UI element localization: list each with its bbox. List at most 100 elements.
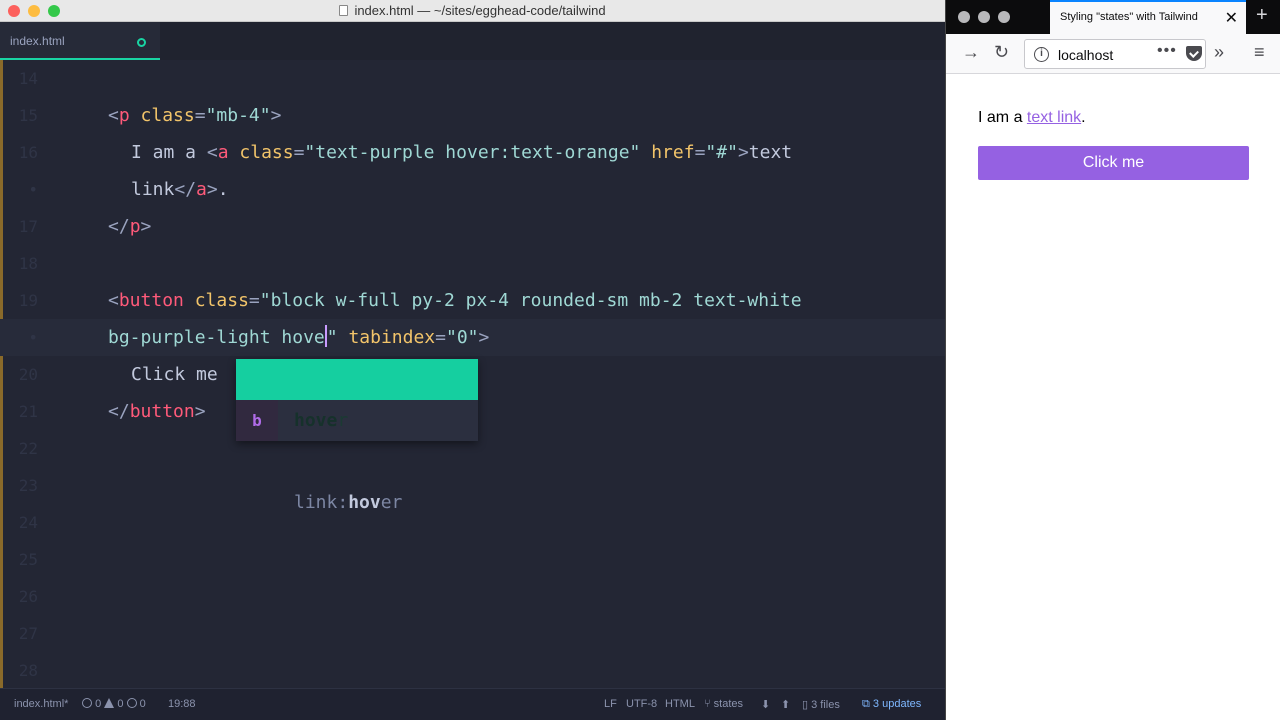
window-title: index.html — ~/sites/egghead-code/tailwi… [339, 3, 606, 18]
status-file-name[interactable]: index.html* [14, 698, 68, 710]
code-token: "mb-4" [205, 105, 271, 126]
line-number: 26 [18, 587, 38, 606]
close-window-button[interactable] [8, 5, 20, 17]
line-number: 27 [18, 624, 38, 643]
line-number: 25 [18, 550, 38, 569]
code-token: "block w-full py-2 px-4 rounded-sm mb-2 … [259, 290, 802, 311]
code-line[interactable]: 18 [0, 245, 945, 282]
code-line[interactable]: 16 I am a <a class="text-purple hover:tex… [0, 134, 945, 171]
code-token: . [217, 179, 229, 200]
code-token: Click me [131, 364, 218, 385]
minimize-window-button[interactable] [978, 11, 990, 23]
code-line[interactable]: 26 [0, 578, 945, 615]
code-line[interactable]: 25 [0, 541, 945, 578]
line-number: 15 [18, 106, 38, 125]
code-token: class [239, 142, 294, 163]
forward-icon[interactable]: → [962, 42, 980, 63]
code-token: bg-purple-light hove [108, 327, 325, 348]
code-line[interactable]: • bg-purple-light hove " tabindex="0"> [0, 319, 945, 356]
code-token: < [108, 105, 119, 126]
fetch-icon[interactable]: ⬇ [761, 698, 770, 711]
changed-files-count: 3 files [811, 699, 840, 711]
code-token: > [140, 216, 152, 237]
zoom-window-button[interactable] [998, 11, 1010, 23]
grammar-selector[interactable]: HTML [665, 698, 695, 710]
modified-indicator-icon[interactable] [137, 38, 146, 47]
line-number: • [28, 328, 38, 347]
code-line[interactable]: 27 [0, 615, 945, 652]
minimize-window-button[interactable] [28, 5, 40, 17]
menu-icon[interactable]: ≡ [1254, 42, 1265, 63]
code-line[interactable]: 24 [0, 504, 945, 541]
code-token: button [118, 290, 184, 311]
code-token: > [194, 401, 206, 422]
info-count: 0 [139, 698, 146, 710]
text-link[interactable]: text link [1027, 109, 1081, 126]
status-diagnostics[interactable]: 0 0 0 [82, 698, 146, 710]
git-branch[interactable]: ⑂ states [704, 698, 743, 710]
reload-icon[interactable]: ↻ [994, 42, 1009, 63]
site-info-icon[interactable]: i [1034, 47, 1049, 62]
code-line[interactable]: 17 </p> [0, 208, 945, 245]
code-line[interactable]: 14 [0, 60, 945, 97]
zoom-window-button[interactable] [48, 5, 60, 17]
code-line[interactable]: 19 <button class="block w-full py-2 px-4 … [0, 282, 945, 319]
push-icon[interactable]: ⬆ [781, 698, 790, 711]
tab-index-html[interactable]: index.html [0, 22, 160, 60]
line-number: • [28, 180, 38, 199]
code-token: = [248, 290, 260, 311]
autocomplete-item-hover[interactable]: hover [236, 359, 478, 431]
code-token: href [651, 142, 695, 163]
code-text: Click me [131, 356, 218, 393]
code-token: class [140, 105, 195, 126]
autocomplete-item-link-hover[interactable]: b link:hover [236, 400, 478, 513]
code-token: class [194, 290, 249, 311]
code-token: button [129, 401, 195, 422]
url-text: localhost [1058, 47, 1114, 63]
click-me-button[interactable]: Click me [978, 146, 1249, 180]
code-line[interactable]: 28 [0, 652, 945, 689]
line-number: 20 [18, 365, 38, 384]
page-actions-icon[interactable]: ••• [1157, 42, 1177, 60]
line-number: 22 [18, 439, 38, 458]
file-encoding[interactable]: UTF-8 [626, 698, 657, 710]
pocket-icon[interactable] [1186, 46, 1202, 61]
code-token: "0" [445, 327, 479, 348]
code-line[interactable]: 15 <p class="mb-4"> [0, 97, 945, 134]
cursor-position[interactable]: 19:88 [168, 698, 196, 710]
browser-toolbar: → ↻ i localhost ••• » ≡ [946, 34, 1280, 74]
window-title-text: index.html — ~/sites/egghead-code/tailwi… [354, 3, 606, 18]
overflow-chevron-icon[interactable]: » [1214, 42, 1224, 63]
autocomplete-rest: er [380, 492, 403, 513]
line-number: 18 [18, 254, 38, 273]
autocomplete-popup: hover b link:hover [236, 359, 478, 513]
intro-text: I am a [978, 109, 1027, 126]
browser-tab[interactable]: Styling "states" with Tailwind ✕ [1050, 0, 1246, 34]
code-text: </p> [108, 208, 151, 245]
warning-icon [104, 698, 115, 708]
close-window-button[interactable] [958, 11, 970, 23]
new-tab-icon[interactable]: + [1256, 4, 1268, 27]
code-token: text [748, 142, 793, 163]
code-token: </ [174, 179, 197, 200]
close-tab-icon[interactable]: ✕ [1225, 8, 1238, 28]
info-icon [126, 698, 137, 708]
code-line[interactable]: • link</a>. [0, 171, 945, 208]
code-token: < [108, 290, 119, 311]
browser-tab-title: Styling "states" with Tailwind [1060, 11, 1198, 23]
code-token: = [694, 142, 706, 163]
line-number: 19 [18, 291, 38, 310]
code-line[interactable]: 23 [0, 467, 945, 504]
package-icon: ⧉ [862, 698, 870, 710]
error-icon [82, 698, 92, 708]
code-token: > [270, 105, 282, 126]
line-ending[interactable]: LF [604, 698, 617, 710]
autocomplete-match: hov [348, 492, 381, 513]
url-bar[interactable]: i localhost ••• [1024, 39, 1206, 69]
package-updates[interactable]: ⧉ 3 updates [862, 698, 921, 711]
changed-files[interactable]: ▯ 3 files [802, 698, 840, 711]
code-text: bg-purple-light hove " tabindex="0"> [108, 319, 489, 356]
window-controls [8, 5, 60, 17]
